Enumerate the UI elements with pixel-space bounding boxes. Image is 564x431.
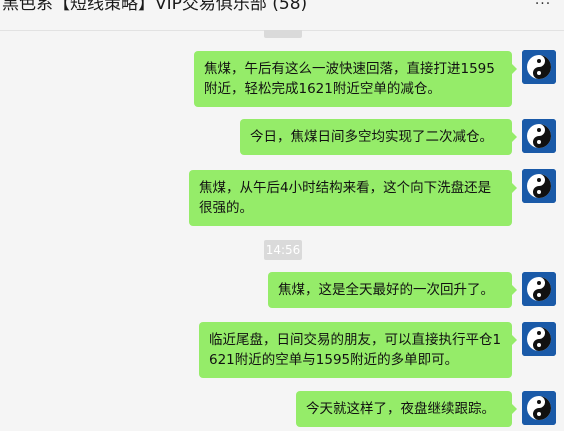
yin-yang-icon bbox=[522, 322, 556, 356]
chat-title: 黑色系【短线策略】VIP交易俱乐部 (58) bbox=[2, 0, 308, 14]
avatar[interactable] bbox=[522, 119, 556, 153]
avatar[interactable] bbox=[522, 169, 556, 203]
message-bubble[interactable]: 今日，焦煤日间多空均实现了二次减仓。 bbox=[240, 119, 517, 155]
chat-title-bar: 黑色系【短线策略】VIP交易俱乐部 (58) ··· bbox=[0, 0, 564, 31]
more-icon[interactable]: ··· bbox=[530, 0, 556, 14]
yin-yang-icon bbox=[522, 119, 556, 153]
message-bubble[interactable]: 焦煤，午后有这么一波快速回落，直接打进1595附近，轻松完成1621附近空单的减… bbox=[194, 51, 517, 107]
yin-yang-icon bbox=[522, 272, 556, 306]
yin-yang-icon bbox=[522, 50, 556, 84]
message-bubble[interactable]: 焦煤，这是全天最好的一次回升了。 bbox=[268, 272, 517, 308]
yin-yang-icon bbox=[522, 169, 556, 203]
message-timestamp: 14:56 bbox=[264, 240, 302, 260]
message-bubble[interactable]: 今天就这样了，夜盘继续跟踪。 bbox=[296, 391, 517, 427]
avatar[interactable] bbox=[522, 272, 556, 306]
timestamp-cutoff bbox=[264, 30, 302, 38]
message-bubble[interactable]: 焦煤，从午后4小时结构来看，这个向下洗盘还是很强的。 bbox=[189, 170, 517, 226]
message-bubble[interactable]: 临近尾盘，日间交易的朋友，可以直接执行平仓1621附近的空单与1595附近的多单… bbox=[199, 322, 517, 378]
avatar[interactable] bbox=[522, 322, 556, 356]
yin-yang-icon bbox=[522, 391, 556, 425]
avatar[interactable] bbox=[522, 391, 556, 425]
avatar[interactable] bbox=[522, 50, 556, 84]
